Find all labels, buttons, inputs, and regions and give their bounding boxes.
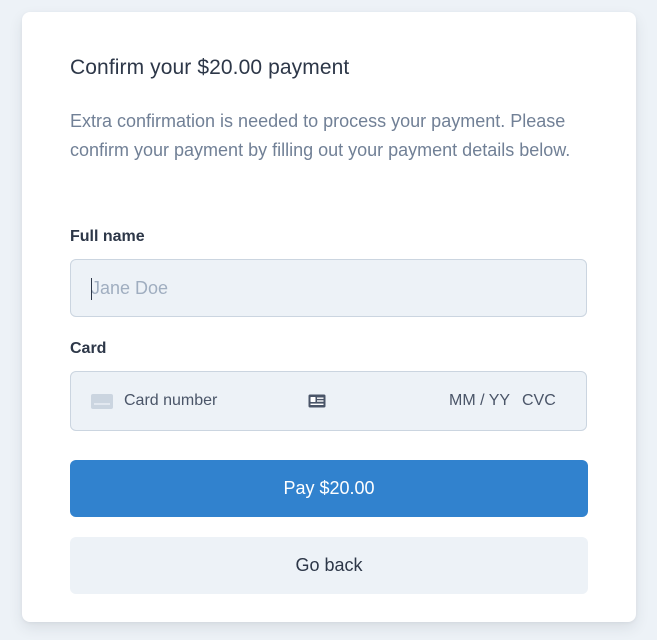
full-name-label: Full name: [70, 228, 145, 245]
id-card-icon: [308, 394, 326, 408]
full-name-field-wrapper: [70, 259, 587, 317]
card-number-input[interactable]: Card number: [124, 392, 217, 410]
pay-button[interactable]: Pay $20.00: [70, 460, 588, 517]
card-label: Card: [70, 340, 107, 357]
card-field[interactable]: Card number MM / YY CVC: [70, 371, 587, 431]
go-back-button[interactable]: Go back: [70, 537, 588, 594]
card-expiry-input[interactable]: MM / YY: [449, 392, 510, 410]
payment-confirmation-card: Confirm your $20.00 payment Extra confir…: [22, 12, 636, 622]
card-cvc-input[interactable]: CVC: [522, 392, 556, 410]
credit-card-icon: [91, 394, 113, 409]
page-title: Confirm your $20.00 payment: [70, 56, 350, 79]
text-caret: [91, 278, 92, 300]
payment-description: Extra confirmation is needed to process …: [70, 111, 571, 160]
full-name-input[interactable]: [71, 260, 586, 316]
